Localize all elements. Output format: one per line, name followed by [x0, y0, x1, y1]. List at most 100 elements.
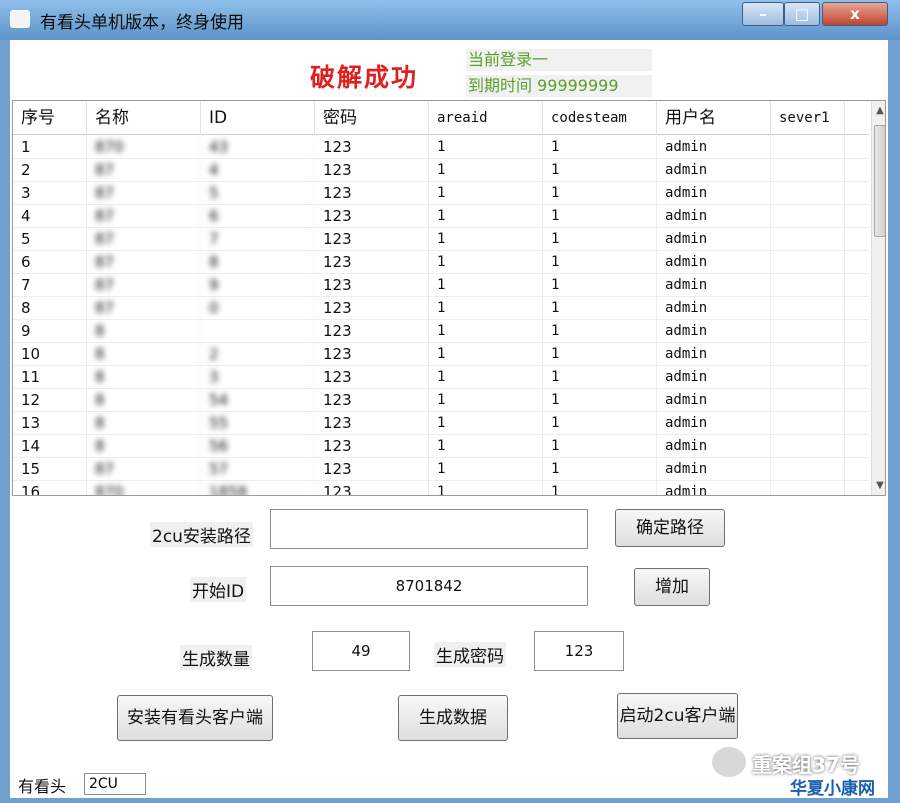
header-codesteam[interactable]: codesteam: [543, 101, 657, 135]
table-header: 序号 名称 ID 密码 areaid codesteam 用户名 sever1: [13, 101, 869, 135]
cell-name: 87: [87, 182, 201, 205]
vertical-scrollbar[interactable]: ▲ ▼: [871, 101, 885, 495]
table-row[interactable]: 10 8 2 123 1 1 admin: [13, 343, 869, 366]
table-row[interactable]: 15 87 57 123 1 1 admin: [13, 458, 869, 481]
cell-areaid: 1: [429, 136, 543, 159]
cell-areaid: 1: [429, 320, 543, 343]
cell-sever1: [771, 205, 845, 228]
cell-id: 0: [201, 297, 315, 320]
cell-password: 123: [315, 458, 429, 481]
add-button[interactable]: 增加: [634, 568, 710, 606]
crack-success-label: 破解成功: [310, 63, 419, 92]
header-username[interactable]: 用户名: [657, 101, 771, 135]
cell-id: 6: [201, 205, 315, 228]
cell-id: 54: [201, 389, 315, 412]
cell-id: 2: [201, 343, 315, 366]
cell-index: 4: [13, 205, 87, 228]
gen-count-input[interactable]: 49: [312, 631, 410, 671]
cell-username: admin: [657, 366, 771, 389]
title-bar[interactable]: 有看头单机版本，终身使用 – □ x: [0, 0, 900, 40]
cell-index: 6: [13, 251, 87, 274]
start-id-input[interactable]: 8701842: [270, 566, 588, 606]
close-button[interactable]: x: [822, 2, 888, 26]
gen-password-input[interactable]: 123: [534, 631, 624, 671]
cell-areaid: 1: [429, 389, 543, 412]
cell-codesteam: 1: [543, 412, 657, 435]
table-row[interactable]: 11 8 3 123 1 1 admin: [13, 366, 869, 389]
cell-name: 87: [87, 205, 201, 228]
cell-areaid: 1: [429, 412, 543, 435]
cell-name: 870: [87, 136, 201, 159]
expire-time-label: 到期时间 99999999: [466, 75, 652, 97]
table-row[interactable]: 13 8 55 123 1 1 admin: [13, 412, 869, 435]
cell-sever1: [771, 251, 845, 274]
table-row[interactable]: 14 8 56 123 1 1 admin: [13, 435, 869, 458]
cell-codesteam: 1: [543, 136, 657, 159]
table-row[interactable]: 12 8 54 123 1 1 admin: [13, 389, 869, 412]
cell-name: 87: [87, 458, 201, 481]
cell-password: 123: [315, 274, 429, 297]
cell-sever1: [771, 182, 845, 205]
cell-codesteam: 1: [543, 251, 657, 274]
cell-codesteam: 1: [543, 320, 657, 343]
gen-count-label: 生成数量: [180, 645, 252, 670]
account-table[interactable]: 序号 名称 ID 密码 areaid codesteam 用户名 sever1 …: [12, 100, 886, 496]
table-row[interactable]: 1 870 43 123 1 1 admin: [13, 136, 869, 159]
cell-sever1: [771, 412, 845, 435]
cell-username: admin: [657, 481, 771, 495]
header-areaid[interactable]: areaid: [429, 101, 543, 135]
table-row[interactable]: 7 87 9 123 1 1 admin: [13, 274, 869, 297]
cell-id: 55: [201, 412, 315, 435]
table-row[interactable]: 5 87 7 123 1 1 admin: [13, 228, 869, 251]
table-row[interactable]: 3 87 5 123 1 1 admin: [13, 182, 869, 205]
install-path-input[interactable]: [270, 509, 588, 549]
header-name[interactable]: 名称: [87, 101, 201, 135]
scroll-thumb[interactable]: [874, 125, 885, 237]
cell-username: admin: [657, 389, 771, 412]
cell-password: 123: [315, 297, 429, 320]
cell-id: 57: [201, 458, 315, 481]
cell-name: 87: [87, 297, 201, 320]
cell-username: admin: [657, 320, 771, 343]
cell-id: 4: [201, 159, 315, 182]
cell-sever1: [771, 297, 845, 320]
header-index[interactable]: 序号: [13, 101, 87, 135]
cell-sever1: [771, 343, 845, 366]
header-id[interactable]: ID: [201, 101, 315, 135]
cell-username: admin: [657, 182, 771, 205]
table-row[interactable]: 4 87 6 123 1 1 admin: [13, 205, 869, 228]
table-row[interactable]: 6 87 8 123 1 1 admin: [13, 251, 869, 274]
table-row[interactable]: 9 8 123 1 1 admin: [13, 320, 869, 343]
cell-password: 123: [315, 182, 429, 205]
cell-id: 9: [201, 274, 315, 297]
install-client-button[interactable]: 安装有看头客户端: [117, 695, 273, 741]
cell-username: admin: [657, 205, 771, 228]
confirm-path-button[interactable]: 确定路径: [615, 509, 725, 547]
maximize-button[interactable]: □: [784, 2, 820, 26]
login-status-label: 当前登录一: [466, 49, 652, 71]
cell-areaid: 1: [429, 297, 543, 320]
header-password[interactable]: 密码: [315, 101, 429, 135]
cell-password: 123: [315, 481, 429, 495]
table-row[interactable]: 16 870 1858 123 1 1 admin: [13, 481, 869, 495]
cell-password: 123: [315, 412, 429, 435]
minimize-button[interactable]: –: [742, 2, 784, 26]
cell-index: 10: [13, 343, 87, 366]
cell-sever1: [771, 481, 845, 495]
scroll-down-arrow-icon[interactable]: ▼: [874, 479, 885, 493]
scroll-up-arrow-icon[interactable]: ▲: [874, 104, 885, 118]
table-row[interactable]: 2 87 4 123 1 1 admin: [13, 159, 869, 182]
cell-id: 1858: [201, 481, 315, 495]
cell-name: 8: [87, 366, 201, 389]
maximize-icon: □: [794, 5, 810, 23]
cell-codesteam: 1: [543, 205, 657, 228]
cell-codesteam: 1: [543, 228, 657, 251]
table-row[interactable]: 8 87 0 123 1 1 admin: [13, 297, 869, 320]
cell-codesteam: 1: [543, 435, 657, 458]
minimize-icon: –: [759, 5, 767, 23]
generate-data-button[interactable]: 生成数据: [398, 695, 508, 741]
cell-index: 2: [13, 159, 87, 182]
header-sever1[interactable]: sever1: [771, 101, 845, 135]
cell-password: 123: [315, 389, 429, 412]
launch-client-button[interactable]: 启动2cu客户端: [617, 693, 738, 739]
